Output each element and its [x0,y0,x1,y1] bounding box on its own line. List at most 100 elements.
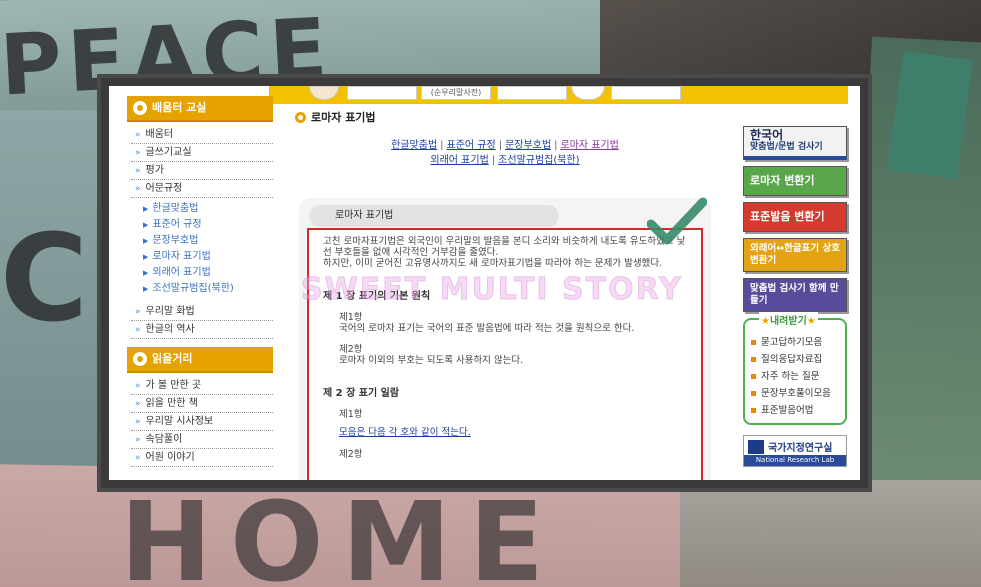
checkmark-icon [647,197,707,245]
sidebar-sublist: ▶ 한글맞춤법 ▶ 표준어 규정 ▶ 문장부호법 ▶ 로마자 표기법 ▶ 외래어 표기법 … [131,198,273,303]
webpage-screen: (순우리말사전) 배움터 교실 » 배움터 » 글쓰기교실 » 평가 » 어문규정 ▶ 한… [109,86,860,480]
sidebar-item-baeumteo[interactable]: » 배움터 [131,126,273,144]
ring-bullet-icon [295,111,306,123]
sidebar-item-evaluation[interactable]: » 평가 [131,162,273,180]
double-chevron-icon: » [135,166,141,176]
sidebar-section-title: 읽을거리 [152,352,193,365]
top-strip-dictionary-button[interactable]: (순우리말사전) [421,86,491,100]
link-punctuation[interactable]: 문장부호법 [505,140,551,151]
square-bullet-icon [751,408,756,413]
rule-links: 한글맞춤법 | 표준어 규정 | 문장부호법 | 로마자 표기법 외래어 표기법 | 조선말규범… [391,140,619,166]
page-title: 로마자 표기법 [295,106,715,128]
sidebar-section-learning: 배움터 교실 [127,96,273,122]
triangle-right-icon: ▶ [143,237,149,245]
star-icon: ★ [761,316,770,327]
clause-label: 제2항 [339,449,363,460]
sidebar-item-news[interactable]: » 우리말 시사정보 [131,413,273,431]
triangle-right-icon: ▶ [143,269,149,277]
clause-label: 제1항 [339,312,363,323]
sidebar-subitem-standard[interactable]: ▶ 표준어 규정 [143,217,273,233]
research-lab-logo[interactable]: 국가지정연구실 National Research Lab [743,435,847,467]
sidebar-subitem-romanization[interactable]: ▶ 로마자 표기법 [143,249,273,265]
sidebar-item-history[interactable]: » 한글의 역사 [131,321,273,339]
download-item[interactable]: 표준발음어법 [751,402,841,419]
download-item[interactable]: 문장부호풀이모음 [751,385,841,402]
sidebar-item-etymology[interactable]: » 어원 이야기 [131,449,273,467]
loanword-converter-button[interactable]: 외래어↔한글표기 상호변환기 [743,238,847,272]
sidebar-subitem-loanword[interactable]: ▶ 외래어 표기법 [143,265,273,281]
top-strip-button[interactable] [347,86,417,100]
triangle-right-icon: ▶ [143,221,149,229]
left-sidebar: 배움터 교실 » 배움터 » 글쓰기교실 » 평가 » 어문규정 ▶ 한글맞춤법 ▶ 표준어… [127,96,273,480]
article-body: 고친 로마자표기법은 외국인이 우리말의 발음을 본디 소리와 비슷하게 내도록… [307,228,703,480]
star-icon: ★ [806,316,816,327]
download-item[interactable]: 묻고답하기모음 [751,334,841,351]
clause-link[interactable]: 모음은 다음 각 호와 같이 적는다. [339,427,471,438]
top-strip-button[interactable] [571,86,605,100]
clause-text: 국어의 로마자 표기는 국어의 표준 발음법에 따라 적는 것을 원칙으로 한다… [339,323,635,334]
sidebar-item-writing[interactable]: » 글쓰기교실 [131,144,273,162]
double-chevron-icon: » [135,307,141,317]
triangle-right-icon: ▶ [143,253,149,261]
sidebar-section-title: 배움터 교실 [152,101,207,114]
top-strip-button[interactable] [611,86,681,100]
chapter-heading: 제 2 장 표기 일람 [323,388,400,399]
downloads-title: ★내려받기★ [759,312,818,327]
double-chevron-icon: » [135,417,141,427]
sidebar-item-speech[interactable]: » 우리말 화법 [131,303,273,321]
article-tab: 로마자 표기법 [309,205,559,227]
lab-logo-icon [748,440,764,454]
right-column: 한국어 맞춤법/문법 검사기 로마자 변환기 표준발음 변환기 외래어↔한글표기… [743,126,847,480]
sidebar-item-places[interactable]: » 가 볼 만한 곳 [131,377,273,395]
top-strip: (순우리말사전) [269,86,848,104]
square-bullet-icon [751,340,756,345]
circle-bullet-icon [133,352,147,366]
clause: 제2항 로마자 이외의 부호는 되도록 사용하지 않는다. [339,344,687,366]
double-chevron-icon: » [135,399,141,409]
double-chevron-icon: » [135,453,141,463]
clause-text: 로마자 이외의 부호는 되도록 사용하지 않는다. [339,355,524,366]
sign-c-text: C [0,210,95,349]
pronunciation-converter-button[interactable]: 표준발음 변환기 [743,202,847,232]
romanization-converter-button[interactable]: 로마자 변환기 [743,166,847,196]
build-checker-button[interactable]: 맞춤법 검사기 함께 만들기 [743,278,847,312]
sidebar-item-books[interactable]: » 읽을 만한 책 [131,395,273,413]
sidebar-subitem-north-korea[interactable]: ▶ 조선말규범집(북한) [143,281,273,297]
download-item[interactable]: 자주 하는 질문 [751,368,841,385]
link-north-korea[interactable]: 조선말규범집(북한) [498,155,579,166]
clause-label: 제1항 [339,409,363,420]
triangle-right-icon: ▶ [143,205,149,213]
top-strip-button[interactable] [497,86,567,100]
clause: 제2항 [339,449,687,460]
double-chevron-icon: » [135,148,141,158]
link-loanword[interactable]: 외래어 표기법 [430,155,488,166]
square-bullet-icon [751,357,756,362]
monitor-frame: (순우리말사전) 배움터 교실 » 배움터 » 글쓰기교실 » 평가 » 어문규정 ▶ 한… [97,74,872,492]
clause: 제1항 모음은 다음 각 호와 같이 적는다. [339,409,687,439]
sidebar-item-rules[interactable]: » 어문규정 [131,180,273,198]
downloads-box: ★내려받기★ 묻고답하기모음 질의응답자료집 자주 하는 질문 문장부호풀이모음… [743,312,847,425]
circle-bullet-icon [133,101,147,115]
download-item[interactable]: 질의응답자료집 [751,351,841,368]
watermark-text: SWEET MULTI STORY [301,272,683,308]
link-spelling[interactable]: 한글맞춤법 [391,140,437,151]
double-chevron-icon: » [135,184,141,194]
double-chevron-icon: » [135,130,141,140]
link-standard[interactable]: 표준어 규정 [447,140,496,151]
clause-label: 제2항 [339,344,363,355]
top-strip-button[interactable] [309,86,339,100]
triangle-right-icon: ▶ [143,285,149,293]
grammar-checker-button[interactable]: 한국어 맞춤법/문법 검사기 [743,126,847,160]
sidebar-subitem-punctuation[interactable]: ▶ 문장부호법 [143,233,273,249]
double-chevron-icon: » [135,325,141,335]
double-chevron-icon: » [135,381,141,391]
sidebar-subitem-spelling[interactable]: ▶ 한글맞춤법 [143,201,273,217]
sidebar-section-reading: 읽을거리 [127,347,273,373]
link-romanization[interactable]: 로마자 표기법 [560,140,618,151]
sidebar-item-proverbs[interactable]: » 속담풀이 [131,431,273,449]
intro-paragraph: 하지만, 이미 굳어진 고유명사까지도 새 로마자표기법을 따라야 하는 문제가… [323,258,663,269]
double-chevron-icon: » [135,435,141,445]
sign-home-text: HOME [120,478,563,587]
square-bullet-icon [751,391,756,396]
clause: 제1항 국어의 로마자 표기는 국어의 표준 발음법에 따라 적는 것을 원칙으… [339,312,687,334]
